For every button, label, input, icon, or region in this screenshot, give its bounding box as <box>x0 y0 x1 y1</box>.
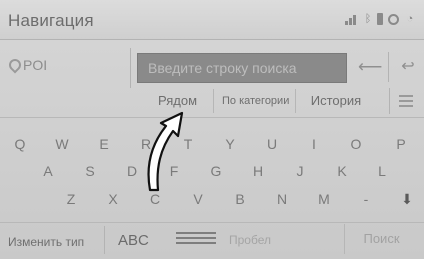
search-button[interactable]: Поиск <box>344 224 418 254</box>
key-a[interactable]: A <box>33 160 63 182</box>
tab-history[interactable]: История <box>296 89 376 113</box>
key-d[interactable]: D <box>117 160 147 182</box>
key-r[interactable]: R <box>131 133 161 155</box>
shift-down-key[interactable]: ⬇ <box>392 188 422 210</box>
key-dash[interactable]: - <box>351 188 381 210</box>
battery-icon <box>377 13 383 25</box>
wifi-icon: ◔ <box>406 13 414 25</box>
page-title: Навигация <box>8 11 94 30</box>
key-g[interactable]: G <box>201 160 231 182</box>
poi-label: POI <box>23 57 48 73</box>
header-bar: Навигация ᛒ ◔ <box>0 0 424 40</box>
poi-category-selector[interactable]: POI <box>8 57 47 73</box>
signal-icon <box>345 14 359 25</box>
key-y[interactable]: Y <box>215 133 245 155</box>
location-pin-icon <box>8 59 18 72</box>
list-icon[interactable] <box>399 95 413 107</box>
key-c[interactable]: C <box>140 188 170 210</box>
keyboard-layout-icon[interactable] <box>176 232 216 246</box>
key-w[interactable]: W <box>47 133 77 155</box>
key-t[interactable]: T <box>173 133 203 155</box>
key-h[interactable]: H <box>243 160 273 182</box>
divider <box>389 88 390 114</box>
search-tabs: Рядом По категории История <box>142 89 376 113</box>
key-u[interactable]: U <box>257 133 287 155</box>
divider <box>388 52 389 82</box>
arrow-left-icon: ⟵ <box>358 57 383 76</box>
key-m[interactable]: M <box>309 188 339 210</box>
key-l[interactable]: L <box>367 160 397 182</box>
key-f[interactable]: F <box>159 160 189 182</box>
return-button[interactable]: ↩ <box>398 57 418 77</box>
space-button[interactable]: Пробел <box>229 233 271 247</box>
key-k[interactable]: K <box>327 160 357 182</box>
tab-nearby[interactable]: Рядом <box>142 89 214 113</box>
tab-by-category[interactable]: По категории <box>214 89 296 113</box>
divider <box>130 48 131 88</box>
bluetooth-icon: ᛒ <box>364 13 372 25</box>
key-q[interactable]: Q <box>5 133 35 155</box>
key-n[interactable]: N <box>267 188 297 210</box>
key-v[interactable]: V <box>183 188 213 210</box>
search-field[interactable] <box>137 53 347 83</box>
return-icon: ↩ <box>401 58 415 75</box>
key-z[interactable]: Z <box>56 188 86 210</box>
search-input[interactable] <box>138 54 346 82</box>
key-b[interactable]: B <box>225 188 255 210</box>
keyboard-bottom-divider <box>0 222 424 223</box>
key-x[interactable]: X <box>98 188 128 210</box>
keyboard-top-divider <box>0 117 424 118</box>
change-type-button[interactable]: Изменить тип <box>8 235 84 249</box>
settings-icon <box>388 13 399 25</box>
status-icons: ᛒ ◔ <box>345 13 416 25</box>
key-i[interactable]: I <box>299 133 329 155</box>
key-j[interactable]: J <box>285 160 315 182</box>
key-o[interactable]: O <box>341 133 371 155</box>
key-p[interactable]: P <box>386 133 416 155</box>
navigation-search-screen: Навигация ᛒ ◔ POI ⟵ ↩ Рядом По категории… <box>0 0 424 259</box>
abc-button[interactable]: ABC <box>118 232 149 249</box>
key-e[interactable]: E <box>89 133 119 155</box>
key-s[interactable]: S <box>75 160 105 182</box>
backspace-button[interactable]: ⟵ <box>358 57 382 77</box>
divider <box>104 226 105 254</box>
